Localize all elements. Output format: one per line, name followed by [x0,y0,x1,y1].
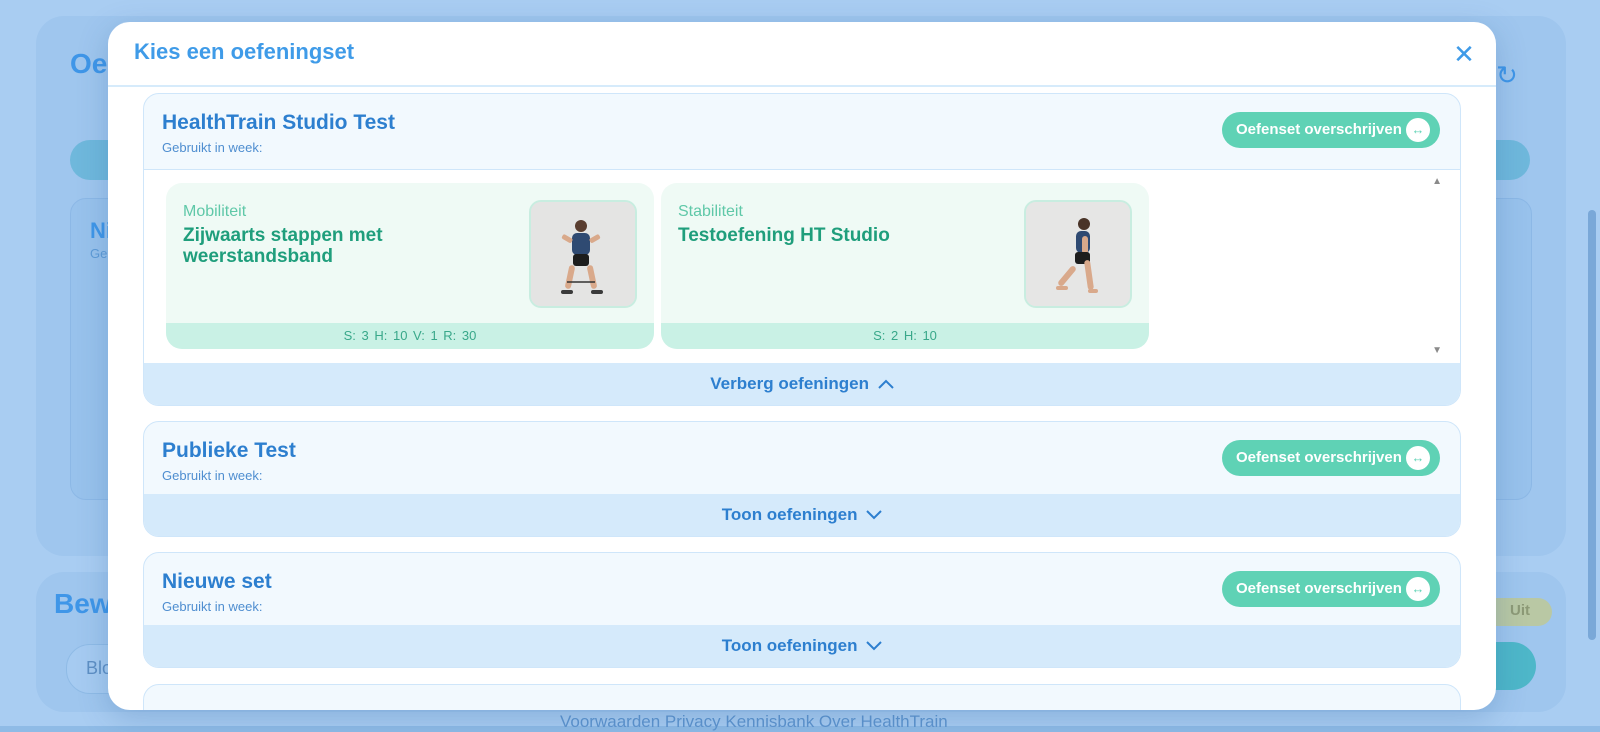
background-section-title: Bew [54,588,112,619]
exercise-set-modal: Kies een oefeningset ✕ HealthTrain Studi… [108,22,1496,710]
overwrite-button-label: Oefenset overschrijven [1236,449,1402,466]
set-title: HealthTrain Studio Test [162,111,395,134]
set-subtitle: Gebruikt in week: [162,140,263,155]
exercise-set-card: Publieke Test Gebruikt in week: Oefenset… [143,421,1461,537]
background-toggle-label: Uit [1510,602,1530,619]
set-subtitle: Gebruikt in week: [162,599,263,614]
toggle-label: Toon oefeningen [721,636,858,655]
background-title: Oe [70,48,108,79]
overwrite-button-label: Oefenset overschrijven [1236,580,1402,597]
footer-links: Voorwaarden Privacy Kennisbank Over Heal… [560,712,948,731]
scroll-up-icon[interactable]: ▲ [1432,176,1442,187]
person-lunge-icon [1026,202,1130,306]
set-title: Publieke Test [162,439,296,462]
exercise-set-card: HealthTrain Studio Test Gebruikt in week… [143,93,1461,406]
exercise-thumbnail [1024,200,1132,308]
exercise-category: Mobiliteit [183,203,247,220]
set-title: Nieuwe set [162,570,272,593]
chevron-down-icon [866,625,882,667]
exercise-set-card-partial [143,684,1461,710]
exercise-name: Zijwaarts stappen met weerstandsband [183,225,383,267]
close-icon[interactable]: ✕ [1450,40,1478,68]
overwrite-set-button[interactable]: Oefenset overschrijven ↔ [1222,571,1440,607]
exercise-thumbnail [529,200,637,308]
modal-header: Kies een oefeningset ✕ [108,22,1496,87]
modal-title: Kies een oefeningset [134,39,355,64]
overwrite-set-button[interactable]: Oefenset overschrijven ↔ [1222,112,1440,148]
overwrite-button-label: Oefenset overschrijven [1236,121,1402,138]
hide-exercises-toggle[interactable]: Verberg oefeningen [144,363,1460,405]
page-scrollbar-thumb[interactable] [1588,210,1596,640]
toggle-label: Toon oefeningen [721,505,858,524]
exercise-list: ▲ ▼ Mobiliteit Zijwaarts stappen met wee… [144,169,1460,364]
overwrite-set-button[interactable]: Oefenset overschrijven ↔ [1222,440,1440,476]
exercise-card[interactable]: Stabiliteit Testoefening HT Studio S: 2 … [661,183,1149,349]
background-inner-subtitle: Ge [90,246,108,261]
exercise-name: Testoefening HT Studio [678,225,890,246]
scroll-down-icon[interactable]: ▼ [1432,345,1442,356]
exercise-card[interactable]: Mobiliteit Zijwaarts stappen met weersta… [166,183,654,349]
exercise-stats: S: 3 H: 10 V: 1 R: 30 [166,323,654,349]
toggle-label: Verberg oefeningen [710,374,869,393]
set-subtitle: Gebruikt in week: [162,468,263,483]
show-exercises-toggle[interactable]: Toon oefeningen [144,625,1460,667]
person-squat-icon [531,202,635,306]
show-exercises-toggle[interactable]: Toon oefeningen [144,494,1460,536]
exercise-set-card: Nieuwe set Gebruikt in week: Oefenset ov… [143,552,1461,668]
swap-arrows-icon: ↔ [1406,118,1430,142]
chevron-down-icon [866,494,882,536]
chevron-up-icon [878,363,894,405]
exercise-stats: S: 2 H: 10 [661,323,1149,349]
refresh-icon: ↻ [1496,60,1518,90]
swap-arrows-icon: ↔ [1406,446,1430,470]
swap-arrows-icon: ↔ [1406,577,1430,601]
exercise-category: Stabiliteit [678,203,743,220]
